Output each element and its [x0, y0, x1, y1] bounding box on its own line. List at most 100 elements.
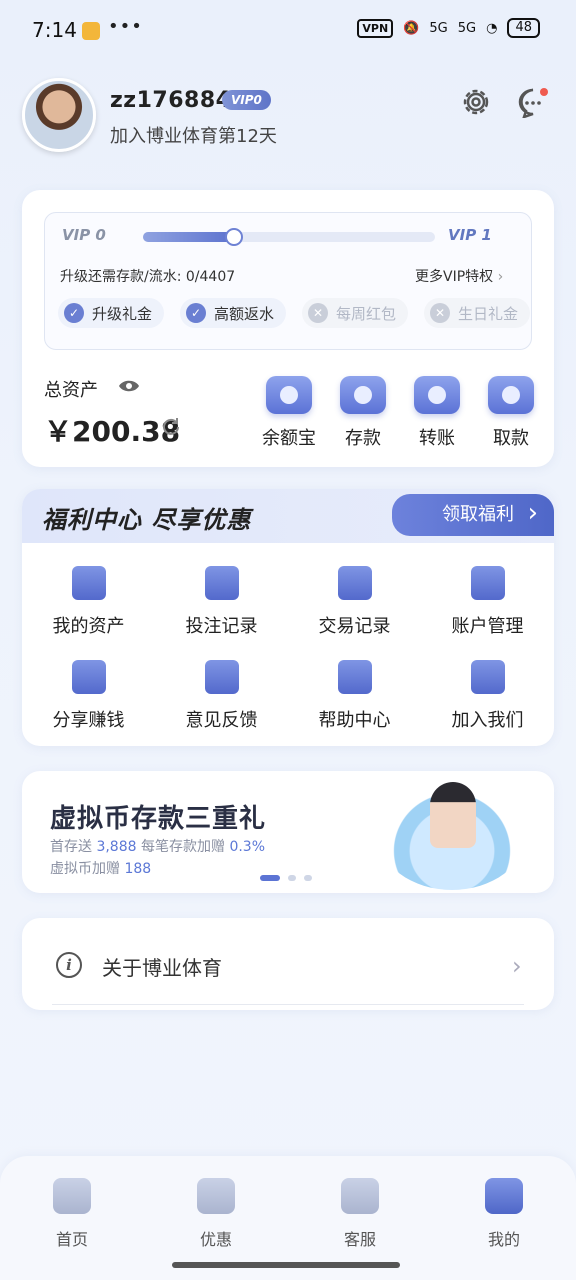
chevron-right-icon: › [497, 269, 504, 285]
action-label: 转账 [419, 428, 455, 449]
more-vip-label: 更多VIP特权 [415, 269, 494, 285]
coin-stack-icon [266, 376, 312, 414]
divider [52, 1004, 524, 1005]
menu-feedback[interactable]: 意见反馈 [155, 660, 288, 732]
claim-welfare-button[interactable]: 领取福利 [392, 492, 554, 536]
action-label: 余额宝 [262, 428, 316, 449]
menu-label: 投注记录 [185, 616, 258, 637]
pagination-dot[interactable] [304, 875, 312, 881]
banner-title: 虚拟币存款三重礼 [50, 804, 267, 834]
banner-value: 3,888 [96, 839, 137, 855]
transfer-button[interactable]: 转账 [400, 376, 474, 450]
menu-my-assets[interactable]: 我的资产 [22, 566, 155, 638]
refresh-icon[interactable] [160, 416, 182, 438]
banner-value: 0.3% [229, 839, 266, 855]
folder-icon [470, 566, 505, 600]
vip-progress-fill [143, 232, 234, 242]
menu-join-us[interactable]: 加入我们 [421, 660, 554, 732]
nav-promotions[interactable]: 优惠 [171, 1178, 261, 1250]
menu-share-earn[interactable]: 分享赚钱 [22, 660, 155, 732]
status-bar: 7:14 ••• VPN 🔕 5G 5G ◔ 48 [0, 0, 576, 62]
pagination-dot[interactable] [288, 875, 296, 881]
vpn-icon: VPN [357, 18, 394, 38]
menu-transaction-records[interactable]: 交易记录 [288, 566, 421, 638]
avatar[interactable] [22, 78, 96, 152]
menu-account-management[interactable]: 账户管理 [421, 566, 554, 638]
settings-gear-icon[interactable] [460, 86, 492, 118]
banner-text: 虚拟币加赠 [50, 861, 120, 877]
status-icons: VPN 🔕 5G 5G ◔ 48 [357, 18, 540, 38]
menu-help-center[interactable]: 帮助中心 [288, 660, 421, 732]
nav-customer-service[interactable]: 客服 [315, 1178, 405, 1250]
about-label: 关于博业体育 [102, 956, 222, 980]
banner-pagination [260, 875, 312, 881]
welfare-grid: 我的资产 投注记录 交易记录 账户管理 分享赚钱 意见反馈 帮助中心 加入我们 [22, 566, 554, 732]
edit-note-icon [204, 660, 239, 694]
check-icon: ✓ [186, 303, 207, 323]
cross-icon: ✕ [308, 303, 329, 323]
vip-progress-knob [224, 228, 243, 246]
wifi-icon: ◔ [486, 20, 498, 36]
menu-label: 分享赚钱 [52, 710, 125, 731]
nav-mine[interactable]: 我的 [459, 1178, 549, 1250]
status-time: 7:14 [32, 18, 77, 42]
current-vip-level: VIP 0 [62, 226, 106, 244]
message-icon[interactable] [516, 86, 550, 118]
gift-icon [197, 1178, 235, 1214]
receipt-icon [204, 566, 239, 600]
action-label: 取款 [493, 428, 529, 449]
nav-label: 我的 [487, 1230, 520, 1249]
nav-label: 客服 [343, 1230, 376, 1249]
username: zz176884 [110, 88, 232, 113]
mute-icon: 🔕 [403, 20, 420, 36]
nav-label: 首页 [55, 1230, 88, 1249]
pagination-dot-active[interactable] [260, 875, 280, 881]
total-assets-label: 总资产 [44, 380, 98, 401]
book-icon [337, 660, 372, 694]
deposit-button[interactable]: 存款 [326, 376, 400, 450]
vip-level-badge: VIP0 [222, 90, 271, 110]
info-icon: i [56, 952, 82, 978]
welfare-title: 福利中心 尽享优惠 [42, 506, 252, 534]
menu-bet-records[interactable]: 投注记录 [155, 566, 288, 638]
perk-label: 高额返水 [214, 304, 275, 323]
wallet-icon [340, 376, 386, 414]
perk-label: 每周红包 [336, 304, 397, 323]
more-notifications-icon: ••• [108, 16, 143, 37]
banner-text: 首存送 [50, 839, 92, 855]
eye-icon[interactable] [118, 378, 140, 394]
transfer-icon [414, 376, 460, 414]
battery-icon: 48 [507, 18, 540, 38]
menu-label: 交易记录 [318, 616, 391, 637]
banner-line-1: 首存送 3,888 每笔存款加赠 0.3% [50, 836, 265, 856]
banner-value: 188 [124, 861, 152, 877]
notification-icon [82, 22, 100, 40]
join-days-text: 加入博业体育第12天 [110, 126, 277, 147]
home-icon [53, 1178, 91, 1214]
withdraw-button[interactable]: 取款 [474, 376, 548, 450]
vip-perks: ✓ 升级礼金 ✓ 高额返水 ✕ 每周红包 ✕ 生日礼金 [58, 298, 531, 328]
quick-actions: 余额宝 存款 转账 取款 [252, 376, 548, 450]
perk-label: 生日礼金 [458, 304, 519, 323]
user-icon [485, 1178, 523, 1214]
nav-home[interactable]: 首页 [27, 1178, 117, 1250]
action-label: 存款 [345, 428, 381, 449]
perk-weekly-redpacket: ✕ 每周红包 [302, 298, 409, 328]
menu-label: 帮助中心 [318, 710, 391, 731]
perk-upgrade-gift: ✓ 升级礼金 [58, 298, 165, 328]
check-icon: ✓ [64, 303, 84, 323]
next-vip-level: VIP 1 [448, 226, 492, 244]
banner-text: 每笔存款加赠 [141, 839, 225, 855]
perk-birthday-gift: ✕ 生日礼金 [424, 298, 531, 328]
headset-icon [341, 1178, 379, 1214]
cross-icon: ✕ [430, 303, 451, 323]
menu-label: 我的资产 [52, 616, 125, 637]
yen-ticket-icon [488, 376, 534, 414]
hand-coin-icon [71, 660, 106, 694]
wallet-icon [71, 566, 106, 600]
yuebao-button[interactable]: 余额宝 [252, 376, 326, 450]
clipboard-icon [337, 566, 372, 600]
people-icon [470, 660, 505, 694]
banner-line-2: 虚拟币加赠 188 [50, 858, 151, 878]
more-vip-privileges-link[interactable]: 更多VIP特权 › [415, 266, 503, 286]
